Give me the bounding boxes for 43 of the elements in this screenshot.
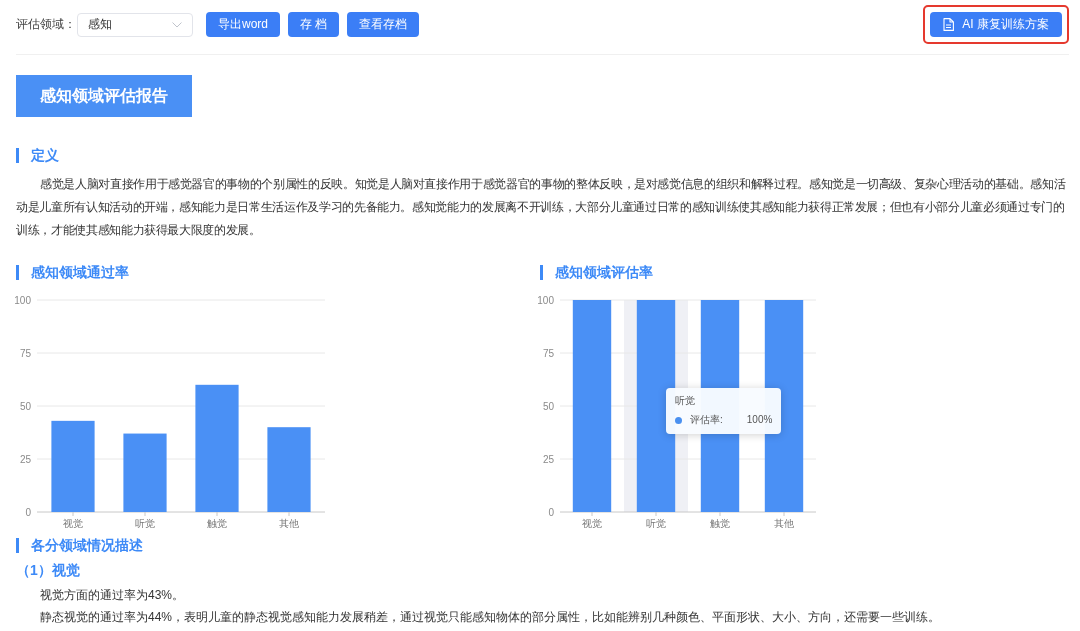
bar[interactable] <box>195 384 239 512</box>
axis-tick-label: 100 <box>537 294 554 306</box>
axis-category-label: 触觉 <box>710 518 730 528</box>
bar[interactable] <box>51 420 95 512</box>
chart-heading: 感知领域评估率 <box>540 265 653 280</box>
section-heading: 定义 <box>16 148 59 163</box>
toolbar-button[interactable]: 查看存档 <box>347 12 420 37</box>
tooltip-title: 听觉 <box>675 395 695 407</box>
toolbar-button[interactable]: 导出word <box>206 12 280 37</box>
chevron-down-icon <box>172 21 182 28</box>
tooltip-value: 100% <box>745 414 773 426</box>
axis-tick-label: 0 <box>548 506 554 518</box>
axis-category-label: 听觉 <box>646 518 666 528</box>
axis-category-label: 视觉 <box>582 518 602 528</box>
axis-category-label: 视觉 <box>63 518 83 528</box>
axis-tick-label: 25 <box>542 453 554 465</box>
chart-heading: 感知领域通过率 <box>16 265 129 280</box>
toolbar-button[interactable]: 存 档 <box>288 12 340 37</box>
report-title: 感知领域评估报告 <box>16 75 192 117</box>
definition-paragraph: 感觉是人脑对直接作用于感觉器官的事物的个别属性的反映。知觉是人脑对直接作用于感觉器官的事物的整体反映，是对感觉信息的组织和解释过程。感知觉是一切高级、复杂心理活动的基础。感知活动是儿童所有认知活动的开端，感知能力是日常生活运作及学习的先备能力。感知觉能力的发展离不开训练，大部分儿童通过日常的感知训练使其感知能力获得正常发展；但也有小部分儿童必须通过专门的训练，才能使其感知能力获得最大限度的发展。 <box>16 176 1067 239</box>
bar[interactable] <box>572 300 612 512</box>
subsection-heading: （1）视觉 <box>16 561 80 579</box>
axis-tick-label: 75 <box>19 347 31 359</box>
axis-category-label: 听觉 <box>135 518 155 528</box>
bar[interactable] <box>123 433 167 512</box>
paragraph: 静态视觉的通过率为44%，表明儿童的静态视觉感知能力发展稍差，通过视觉只能感知物体的部分属性，比如能辨别几种颜色、平面形状、大小、方向，还需要一些训练。 <box>39 609 942 626</box>
paragraph: 视觉方面的通过率为43%。 <box>39 587 186 604</box>
axis-tick-label: 0 <box>25 506 31 518</box>
axis-tick-label: 25 <box>19 453 31 465</box>
axis-category-label: 其他 <box>774 518 794 528</box>
document-icon <box>943 18 955 31</box>
axis-tick-label: 75 <box>542 347 554 359</box>
axis-category-label: 其他 <box>279 518 299 528</box>
axis-tick-label: 100 <box>14 294 31 306</box>
axis-tick-label: 50 <box>19 400 31 412</box>
domain-select[interactable]: 感知 <box>77 12 193 37</box>
domain-label: 评估领域： <box>16 16 76 33</box>
axis-category-label: 触觉 <box>207 518 227 528</box>
tooltip-series-label: 评估率: <box>690 414 723 426</box>
bar[interactable] <box>267 427 311 512</box>
ai-plan-button[interactable]: AI 康复训练方案 <box>930 12 1062 37</box>
section-heading: 各分领域情况描述 <box>16 538 143 553</box>
axis-tick-label: 50 <box>542 400 554 412</box>
